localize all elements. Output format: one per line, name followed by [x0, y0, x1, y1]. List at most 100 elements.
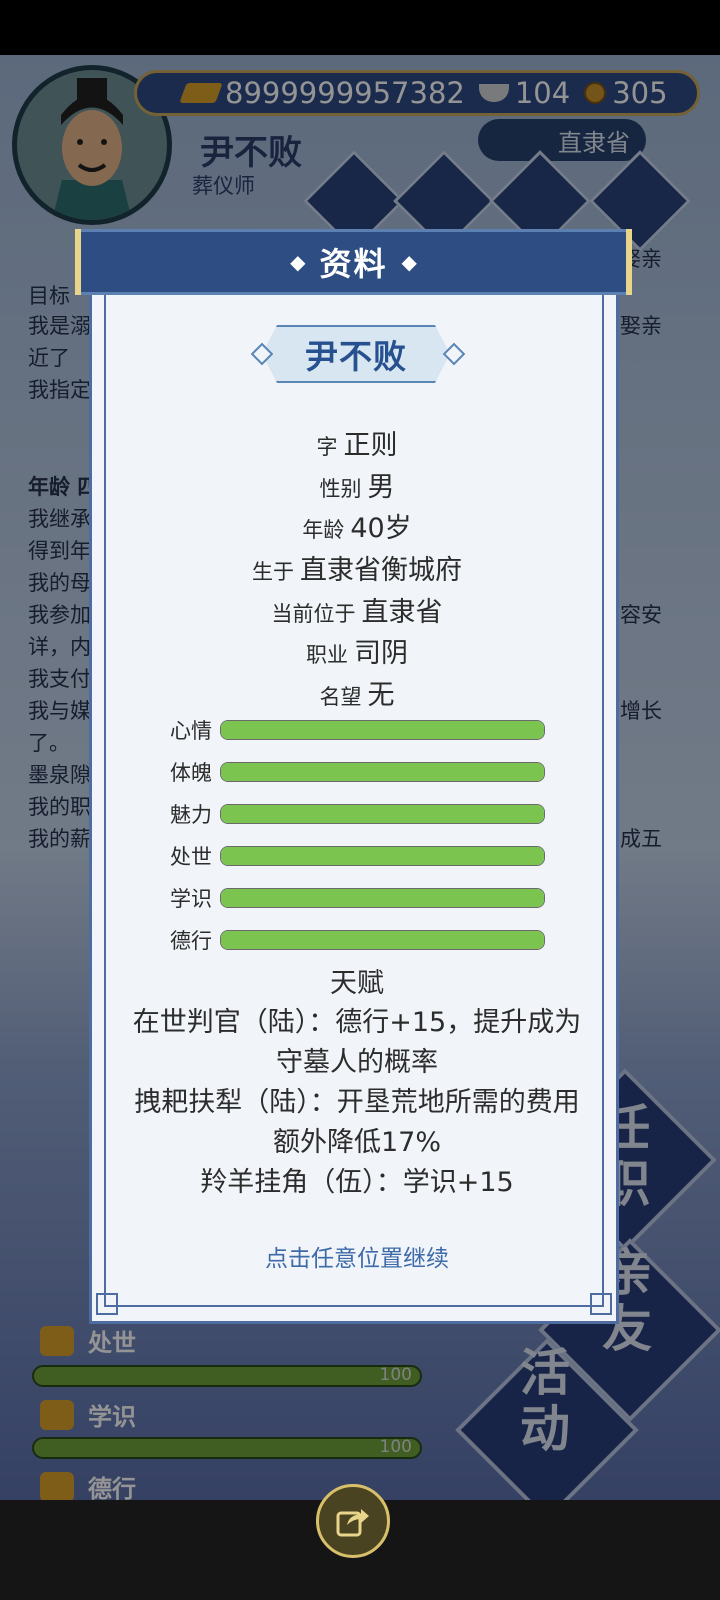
silver-value: 104 [514, 76, 571, 110]
bg-text-line: 近了 [28, 346, 70, 370]
coin-value: 305 [612, 76, 668, 110]
stat-bar-chushi: 100 [32, 1365, 422, 1387]
info-value: 40岁 [350, 513, 412, 544]
bar-fill [221, 721, 544, 739]
info-gender: 性别男 [92, 465, 622, 504]
info-age: 年龄 40岁 [92, 506, 622, 545]
stat-label: 德行 [88, 1475, 136, 1500]
share-icon [336, 1509, 369, 1537]
bar-track [220, 762, 545, 782]
attribute-bar-charm: 魅力 [162, 799, 545, 829]
bg-text-line: 我的薪 [28, 827, 91, 851]
bg-text-line: 我参加 [28, 603, 91, 627]
virtue-icon [40, 1471, 74, 1500]
stat-row-chushi: 处世 [40, 1323, 136, 1358]
share-button[interactable] [316, 1484, 390, 1558]
info-location: 当前位于 直隶省 [92, 590, 622, 629]
silver-ingot-icon [478, 84, 509, 102]
bg-text-line: 我继承 [28, 507, 91, 531]
frame-corner-ornament [590, 1293, 612, 1315]
continue-hint[interactable]: 点击任意位置继续 [92, 1239, 622, 1273]
dialog-title: 资料 [319, 245, 388, 283]
hand-icon [40, 1325, 74, 1356]
info-birthplace: 生于 直隶省衡城府 [92, 548, 622, 587]
avatar-portrait [17, 70, 167, 220]
info-key: 生于 [252, 560, 294, 584]
gold-value: 8999999957382 [225, 76, 465, 110]
name-plate: 尹不败 [262, 325, 450, 383]
player-name: 尹不败 [200, 133, 302, 173]
attribute-bar-social: 处世 [162, 841, 545, 871]
bg-text-line: 我与媒 [28, 699, 91, 723]
bar-fill [221, 889, 544, 907]
info-key: 当前位于 [271, 602, 356, 626]
info-key: 名望 [319, 685, 362, 709]
info-value: 直隶省衡城府 [300, 555, 462, 586]
talent-item: 拽耙扶犁（陆）：开垦荒地所需的费用额外降低17% [134, 1087, 580, 1158]
bg-text-line: 年龄 四 [28, 475, 99, 499]
bg-text-line: 我的母 [28, 571, 91, 595]
talent-item: 羚羊挂角（伍）：学识+15 [200, 1167, 514, 1198]
bar-track [220, 888, 545, 908]
attribute-bar-physique: 体魄 [162, 757, 545, 787]
stat-row-dexing: 德行 [40, 1469, 136, 1500]
bg-text-line: 我的职 [28, 795, 91, 819]
bar-label: 心情 [170, 719, 212, 743]
info-value: 无 [367, 680, 395, 711]
player-avatar[interactable] [12, 65, 172, 225]
bar-track [220, 930, 545, 950]
bar-fill [221, 805, 544, 823]
bg-text-line: 我支付 [28, 667, 91, 691]
stat-label: 处世 [88, 1329, 136, 1357]
attribute-bar-virtue: 德行 [162, 925, 545, 955]
dot-ornament-icon: ◆ [401, 250, 417, 274]
info-value: 直隶省 [361, 597, 443, 628]
talent-heading: 天赋 [330, 968, 384, 999]
currency-bar: 8999999957382 104 305 [134, 70, 700, 116]
bar-label: 学识 [170, 887, 212, 911]
bar-label: 魅力 [170, 803, 212, 827]
dot-ornament-icon: ◆ [290, 250, 306, 274]
bar-fill [221, 931, 544, 949]
activity-button[interactable] [455, 1338, 639, 1500]
frame-corner-ornament [96, 1293, 118, 1315]
bar-label: 处世 [170, 845, 212, 869]
player-title: 葬仪师 [192, 174, 255, 198]
info-value: 司阴 [354, 638, 408, 669]
info-key: 性别 [319, 477, 362, 501]
stat-value: 100 [379, 1437, 412, 1457]
info-value: 正则 [343, 430, 398, 461]
info-key: 职业 [306, 643, 348, 667]
bar-track [220, 804, 545, 824]
bg-text-line: 我指定 [28, 378, 91, 402]
bar-track [220, 846, 545, 866]
info-key: 年龄 [302, 518, 345, 542]
talent-item: 在世判官（陆）：德行+15，提升成为守墓人的概率 [132, 1007, 582, 1078]
books-icon [40, 1399, 74, 1430]
dialog-header: ◆ 资料 ◆ [75, 229, 632, 295]
bar-label: 德行 [170, 929, 212, 953]
bar-fill [221, 847, 544, 865]
bg-text-line: 得到年 [28, 539, 91, 563]
gold-ingot-icon [179, 83, 223, 103]
bg-text-right: 容安 [620, 603, 662, 627]
bg-text-line: 墨泉隙 [28, 763, 91, 787]
bar-fill [221, 763, 544, 781]
attribute-bar-mood: 心情 [162, 715, 545, 745]
bg-text-right: 娶亲 [620, 314, 662, 338]
profile-dialog[interactable]: 尹不败 字正则 性别男 年龄 40岁 生于 直隶省衡城府 当前位于 直隶省 职业 司阴 … [89, 292, 619, 1324]
stat-bar-xueshi: 100 [32, 1437, 422, 1459]
attribute-bar-learning: 学识 [162, 883, 545, 913]
character-name: 尹不败 [305, 337, 407, 376]
bar-label: 体魄 [170, 761, 212, 785]
bg-text-line: 了。 [28, 731, 70, 755]
info-value: 男 [367, 472, 395, 503]
info-occupation: 职业 司阴 [92, 631, 622, 670]
bar-track [220, 720, 545, 740]
coin-icon [584, 82, 607, 104]
stat-label: 学识 [88, 1403, 136, 1431]
info-key: 字 [316, 435, 338, 459]
province-badge[interactable]: 直隶省 [478, 119, 646, 161]
activity-label: 活动 [520, 1344, 570, 1458]
bg-text-right: 增长 [620, 699, 662, 723]
